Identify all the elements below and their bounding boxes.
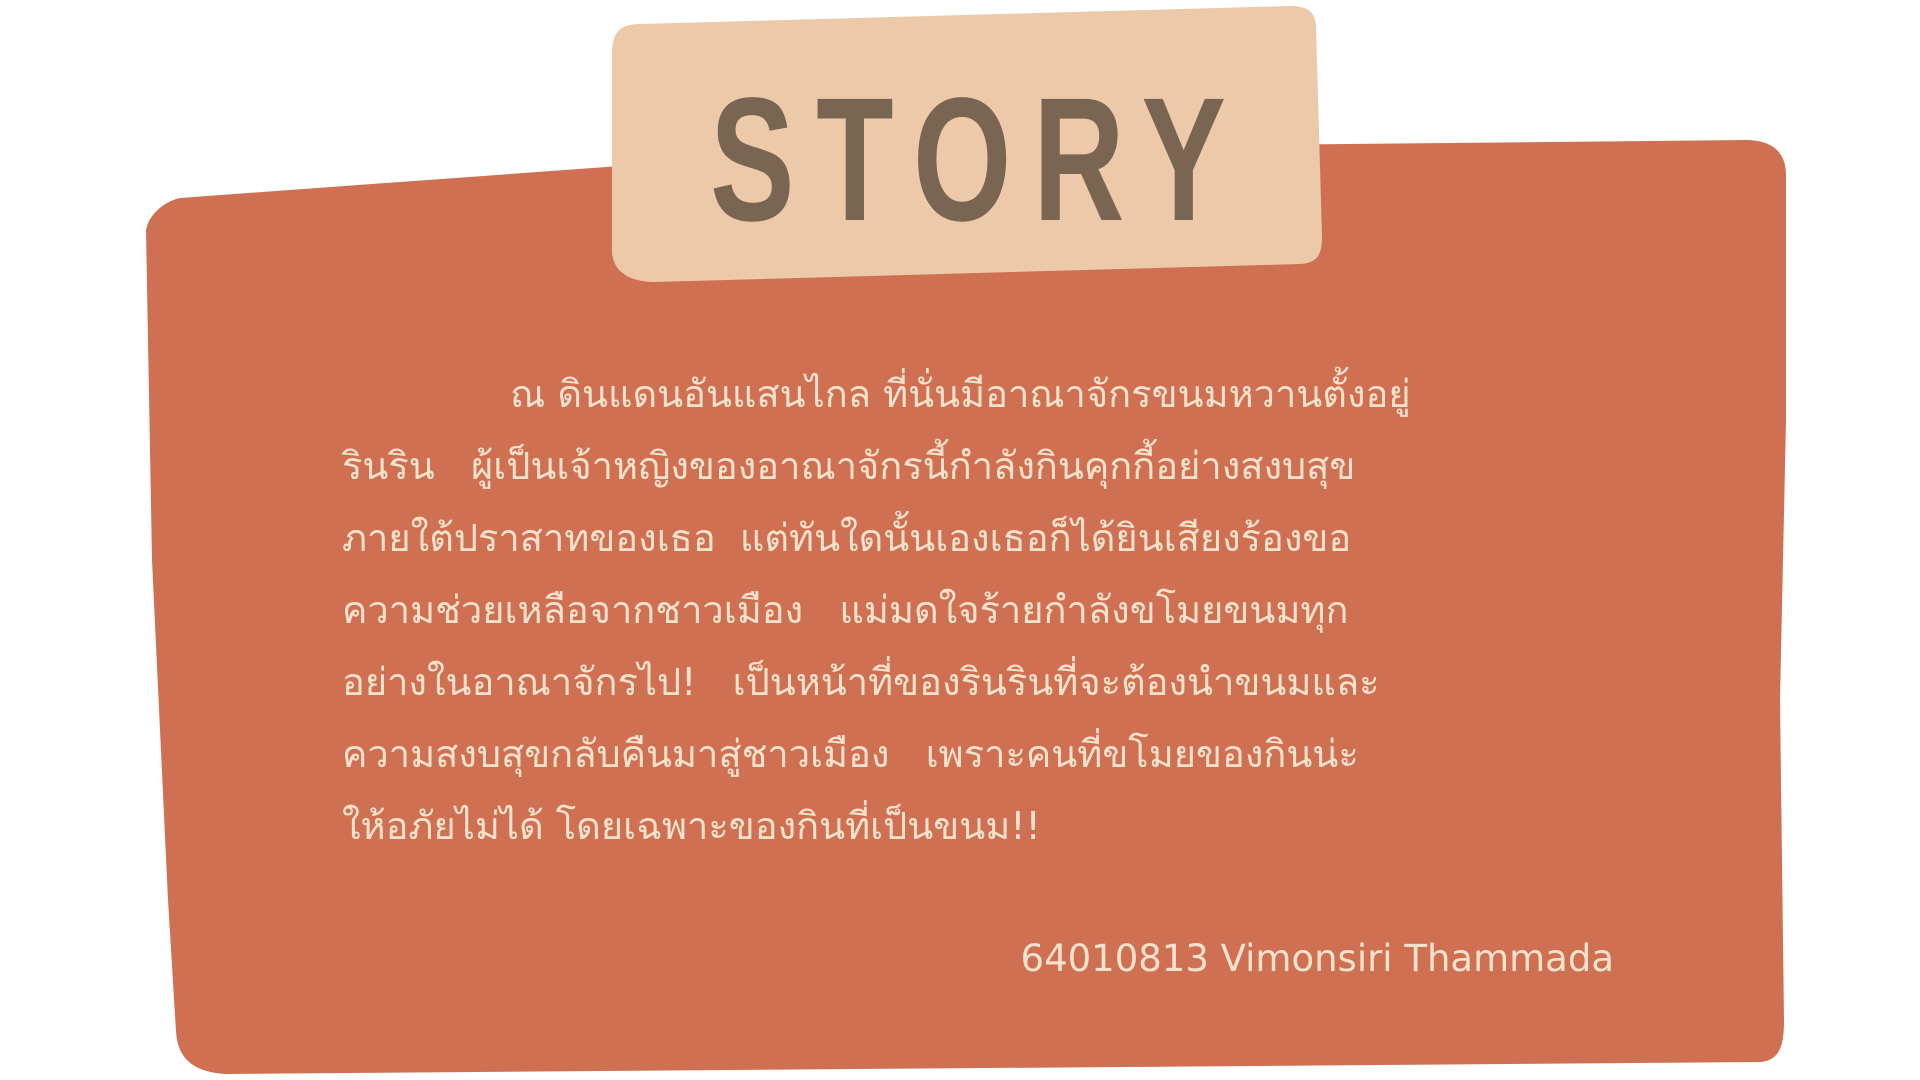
story-line: ความสงบสุขกลับคืนมาสู่ชาวเมือง เพราะคนที… [342,732,1359,776]
author-credit: 64010813 Vimonsiri Thammada [1020,937,1614,980]
story-canvas: STORY ณ ดินแดนอันแสนไกล ที่นั่นมีอาณาจัก… [0,0,1920,1080]
story-line: รินริน ผู้เป็นเจ้าหญิงของอาณาจักรนี้กำลั… [342,444,1356,488]
story-text: ณ ดินแดนอันแสนไกล ที่นั่นมีอาณาจักรขนมหว… [342,358,1610,862]
story-title: STORY [710,62,1248,258]
story-line: ให้อภัยไม่ได้ โดยเฉพาะของกินที่เป็นขนม!! [342,804,1041,848]
story-line: ความช่วยเหลือจากชาวเมือง แม่มดใจร้ายกำลั… [342,588,1349,632]
story-line: ณ ดินแดนอันแสนไกล ที่นั่นมีอาณาจักรขนมหว… [510,372,1411,416]
story-line: ภายใต้ปราสาทของเธอ แต่ทันใดนั้นเองเธอก็ไ… [342,516,1352,560]
story-line: อย่างในอาณาจักรไป! เป็นหน้าที่ของรินรินท… [342,660,1380,704]
